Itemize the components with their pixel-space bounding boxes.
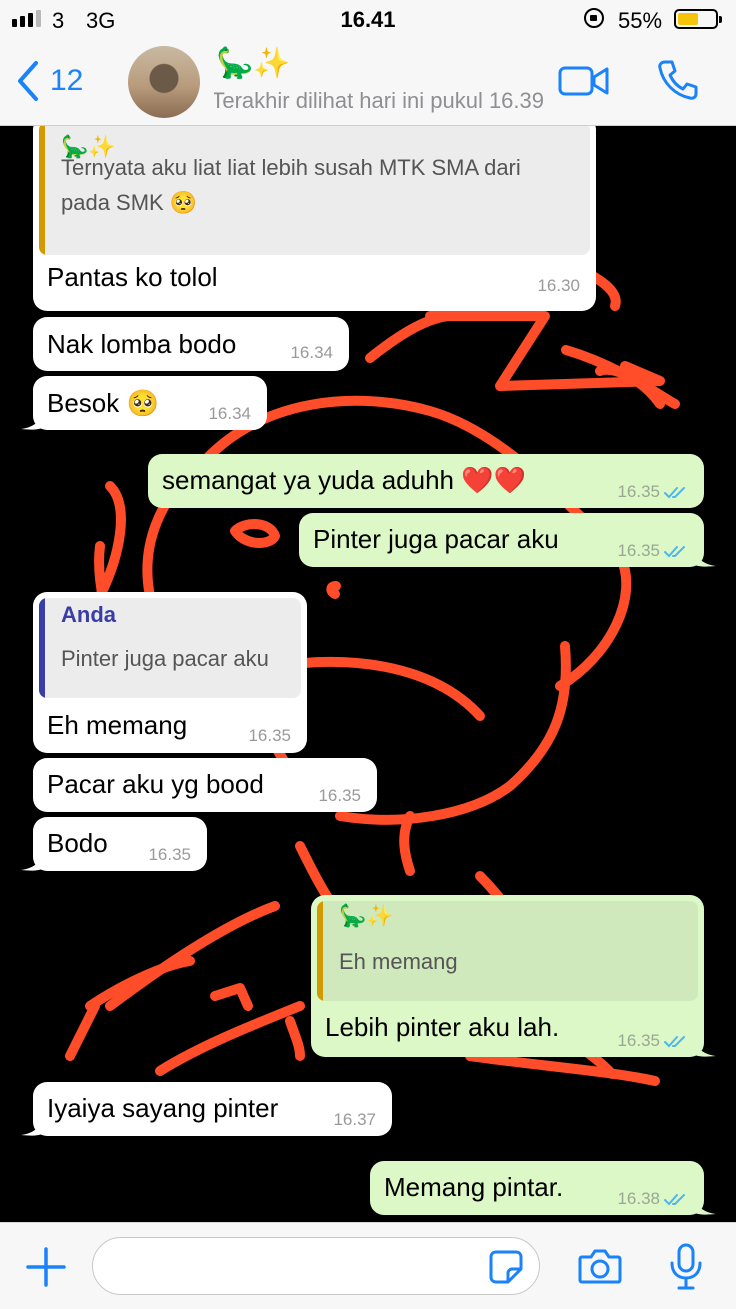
outgoing-message[interactable]: semangat ya yuda aduhh ❤️❤️ 16.35 bbox=[148, 454, 704, 508]
quote-bar bbox=[317, 901, 323, 1001]
chevron-left-icon bbox=[18, 61, 38, 101]
avatar[interactable] bbox=[128, 46, 200, 118]
quote-bar bbox=[39, 598, 45, 698]
quoted-reply[interactable]: 🦕✨ Eh memang bbox=[317, 901, 698, 1001]
voice-record-button[interactable] bbox=[668, 1243, 704, 1296]
outgoing-message[interactable]: Pinter juga pacar aku 16.35 bbox=[299, 513, 716, 567]
message-time: 16.37 bbox=[333, 1110, 376, 1129]
quoted-author: Anda bbox=[61, 602, 116, 627]
message-input[interactable] bbox=[92, 1237, 540, 1295]
voice-call-button[interactable] bbox=[656, 58, 700, 107]
message-text: Iyaiya sayang pinter bbox=[47, 1093, 279, 1123]
incoming-message[interactable]: Anda Pinter juga pacar aku Eh memang 16.35 bbox=[33, 592, 307, 753]
incoming-message[interactable]: Bodo 16.35 bbox=[21, 817, 207, 871]
read-receipt-icon bbox=[664, 487, 685, 499]
incoming-message[interactable]: Besok 🥺 16.34 bbox=[21, 376, 267, 430]
quoted-reply[interactable]: Anda Pinter juga pacar aku bbox=[39, 598, 301, 698]
quoted-text: Eh memang bbox=[339, 949, 458, 974]
sticker-icon bbox=[489, 1250, 523, 1284]
message-text: Pacar aku yg bood bbox=[47, 769, 264, 799]
attach-button[interactable] bbox=[26, 1247, 66, 1292]
message-text: Pantas ko tolol bbox=[47, 262, 218, 292]
back-button[interactable]: 12 bbox=[16, 60, 83, 102]
read-receipt-icon bbox=[664, 546, 685, 558]
message-text: Besok 🥺 bbox=[47, 388, 159, 418]
incoming-message[interactable]: Iyaiya sayang pinter 16.37 bbox=[21, 1082, 392, 1136]
chat-header: 12 🦕✨ Terakhir dilihat hari ini pukul 16… bbox=[0, 40, 736, 126]
camera-button[interactable] bbox=[578, 1247, 622, 1290]
quoted-text: Ternyata aku liat liat lebih susah MTK S… bbox=[61, 155, 521, 180]
message-time: 16.35 bbox=[617, 482, 660, 501]
incoming-message[interactable]: Nak lomba bodo 16.34 bbox=[33, 317, 349, 371]
message-text: Eh memang bbox=[47, 710, 188, 740]
read-receipt-icon bbox=[664, 1036, 685, 1048]
bubble-tail bbox=[21, 412, 45, 430]
video-camera-icon bbox=[558, 66, 609, 96]
video-call-button[interactable] bbox=[558, 64, 610, 103]
quote-bar bbox=[39, 126, 45, 255]
sticker-button[interactable] bbox=[488, 1249, 524, 1290]
quoted-author: 🦕✨ bbox=[339, 903, 394, 928]
bubble-tail bbox=[692, 1197, 716, 1215]
quoted-text: pada SMK 🥺 bbox=[61, 190, 198, 215]
plus-icon bbox=[26, 1247, 66, 1287]
quoted-text: Pinter juga pacar aku bbox=[61, 646, 269, 671]
message-list[interactable]: 🦕✨ Ternyata aku liat liat lebih susah MTK… bbox=[0, 126, 736, 1222]
outgoing-message[interactable]: 🦕✨ Eh memang Lebih pinter aku lah. 16.35 bbox=[311, 895, 716, 1057]
contact-name[interactable]: 🦕✨ bbox=[216, 46, 291, 81]
message-text: Nak lomba bodo bbox=[47, 329, 237, 359]
message-text: Bodo bbox=[47, 828, 108, 858]
message-time: 16.34 bbox=[208, 404, 251, 423]
battery-percent: 55% bbox=[618, 8, 663, 33]
message-text: Pinter juga pacar aku bbox=[313, 524, 559, 554]
incoming-message[interactable]: Pacar aku yg bood 16.35 bbox=[33, 758, 377, 812]
bubble-tail bbox=[692, 1039, 716, 1057]
status-bar: 3 3G 16.41 55% bbox=[0, 0, 736, 40]
quoted-reply[interactable]: 🦕✨ Ternyata aku liat liat lebih susah MTK… bbox=[39, 126, 590, 255]
message-time: 16.35 bbox=[318, 786, 361, 805]
outgoing-message[interactable]: Memang pintar. 16.38 bbox=[370, 1161, 716, 1215]
bubble-tail bbox=[21, 853, 45, 871]
message-text: Memang pintar. bbox=[384, 1172, 564, 1202]
battery-icon bbox=[674, 9, 722, 29]
phone-icon bbox=[658, 60, 698, 100]
last-seen-status: Terakhir dilihat hari ini pukul 16.39 bbox=[214, 88, 544, 113]
orientation-lock-icon bbox=[584, 8, 604, 28]
message-time: 16.35 bbox=[248, 726, 291, 745]
message-time: 16.35 bbox=[617, 1031, 660, 1050]
message-time: 16.35 bbox=[617, 541, 660, 560]
bubble-tail bbox=[692, 549, 716, 567]
message-text: Lebih pinter aku lah. bbox=[325, 1012, 560, 1042]
read-receipt-icon bbox=[664, 1194, 685, 1206]
message-time: 16.38 bbox=[617, 1189, 660, 1208]
unread-count: 12 bbox=[50, 64, 84, 97]
message-time: 16.35 bbox=[148, 845, 191, 864]
bubble-tail bbox=[21, 1118, 45, 1136]
microphone-icon bbox=[670, 1243, 702, 1290]
compose-bar bbox=[0, 1222, 736, 1309]
message-text: semangat ya yuda aduhh ❤️❤️ bbox=[162, 465, 526, 495]
camera-icon bbox=[578, 1249, 622, 1284]
message-time: 16.30 bbox=[537, 276, 580, 295]
incoming-message[interactable]: 🦕✨ Ternyata aku liat liat lebih susah MTK… bbox=[33, 126, 596, 311]
message-time: 16.34 bbox=[290, 343, 333, 362]
